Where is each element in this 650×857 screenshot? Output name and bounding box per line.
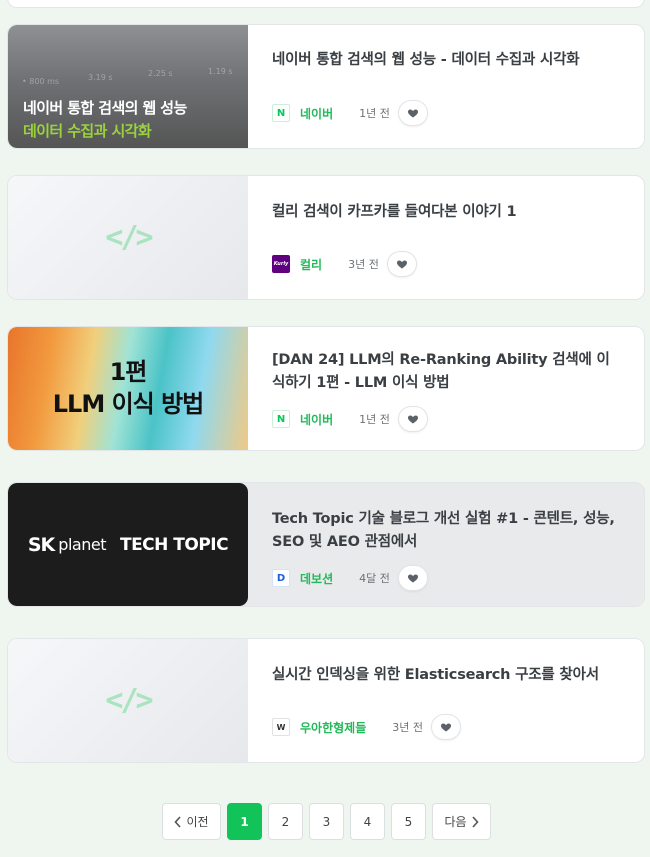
- kurly-logo-icon: Kurly: [272, 255, 290, 273]
- previous-card-edge[interactable]: [7, 0, 645, 8]
- heart-icon: [396, 260, 407, 269]
- thumbnail-title-line2: LLM 이식 방법: [52, 389, 204, 418]
- post-thumbnail: 1편 LLM 이식 방법: [8, 327, 248, 450]
- post-source[interactable]: 네이버: [300, 105, 333, 122]
- post-title[interactable]: 컬리 검색이 카프카를 들여다본 이야기 1: [272, 198, 620, 224]
- post-source[interactable]: 네이버: [300, 411, 333, 428]
- post-info: Tech Topic 기술 블로그 개선 실험 #1 - 콘텐트, 성능, SE…: [248, 483, 644, 606]
- like-button[interactable]: [397, 406, 428, 432]
- chevron-right-icon: [471, 815, 479, 828]
- post-card[interactable]: </> 실시간 인덱싱을 위한 Elasticsearch 구조를 찾아서 W …: [7, 638, 645, 763]
- naver-logo-icon: N: [272, 104, 290, 122]
- next-page-label: 다음: [444, 815, 467, 829]
- post-source[interactable]: 컬리: [300, 256, 322, 273]
- post-time: 3년 전: [348, 258, 379, 271]
- thumbnail-title-line1: 네이버 통합 검색의 웹 성능: [23, 99, 187, 117]
- page-button-1[interactable]: 1: [227, 803, 262, 840]
- post-list-page: • 800 ms 3.19 s 2.25 s 1.19 s 네이버 통합 검색의…: [0, 0, 650, 857]
- post-meta: Kurly 컬리 3년 전: [272, 251, 417, 277]
- like-button[interactable]: [397, 100, 428, 126]
- post-info: 실시간 인덱싱을 위한 Elasticsearch 구조를 찾아서 W 우아한형…: [248, 639, 644, 762]
- chevron-left-icon: [174, 815, 182, 828]
- post-thumbnail: </>: [8, 639, 248, 762]
- post-time: 1년 전: [359, 107, 390, 120]
- post-title[interactable]: Tech Topic 기술 블로그 개선 실험 #1 - 콘텐트, 성능, SE…: [272, 508, 620, 554]
- devocean-logo-icon: D: [272, 569, 290, 587]
- code-icon: </>: [105, 220, 153, 255]
- thumbnail-bg-text: 3.19 s: [88, 73, 113, 82]
- post-thumbnail: • 800 ms 3.19 s 2.25 s 1.19 s 네이버 통합 검색의…: [8, 25, 248, 148]
- post-title[interactable]: 실시간 인덱싱을 위한 Elasticsearch 구조를 찾아서: [272, 661, 620, 687]
- post-time: 1년 전: [359, 413, 390, 426]
- post-card[interactable]: 1편 LLM 이식 방법 [DAN 24] LLM의 Re-Ranking Ab…: [7, 326, 645, 451]
- page-button-4[interactable]: 4: [350, 803, 385, 840]
- like-button[interactable]: [397, 565, 428, 591]
- post-source[interactable]: 우아한형제들: [300, 719, 366, 736]
- sk-planet-text: planet: [58, 535, 106, 554]
- naver-logo-icon: N: [272, 410, 290, 428]
- post-title[interactable]: [DAN 24] LLM의 Re-Ranking Ability 검색에 이식하…: [272, 349, 620, 395]
- post-info: 네이버 통합 검색의 웹 성능 - 데이터 수집과 시각화 N 네이버 1년 전: [248, 25, 644, 148]
- post-time: 4달 전: [359, 572, 390, 585]
- post-thumbnail: </>: [8, 176, 248, 299]
- sk-logo: SK: [27, 533, 55, 556]
- post-meta: N 네이버 1년 전: [272, 406, 428, 432]
- page-button-3[interactable]: 3: [309, 803, 344, 840]
- woowa-logo-icon: W: [272, 718, 290, 736]
- post-time: 3년 전: [392, 721, 423, 734]
- prev-page-button[interactable]: 이전: [162, 803, 221, 840]
- code-icon: </>: [105, 683, 153, 718]
- thumbnail-bg-text: • 800 ms: [22, 77, 60, 86]
- pagination: 이전 1 2 3 4 5 다음: [162, 803, 491, 840]
- page-button-2[interactable]: 2: [268, 803, 303, 840]
- heart-icon: [407, 574, 418, 583]
- post-title[interactable]: 네이버 통합 검색의 웹 성능 - 데이터 수집과 시각화: [272, 47, 620, 72]
- thumbnail-title-line2: 데이터 수집과 시각화: [23, 122, 152, 140]
- post-meta: W 우아한형제들 3년 전: [272, 714, 461, 740]
- post-card[interactable]: • 800 ms 3.19 s 2.25 s 1.19 s 네이버 통합 검색의…: [7, 24, 645, 149]
- post-card[interactable]: </> 컬리 검색이 카프카를 들여다본 이야기 1 Kurly 컬리 3년 전: [7, 175, 645, 300]
- like-button[interactable]: [386, 251, 417, 277]
- post-source[interactable]: 데보션: [300, 570, 333, 587]
- heart-icon: [407, 109, 418, 118]
- post-meta: N 네이버 1년 전: [272, 100, 428, 126]
- thumbnail-bg-text: 2.25 s: [148, 69, 173, 78]
- post-meta: D 데보션 4달 전: [272, 565, 428, 591]
- heart-icon: [440, 723, 452, 732]
- thumbnail-bg-text: 1.19 s: [208, 67, 233, 76]
- post-info: 컬리 검색이 카프카를 들여다본 이야기 1 Kurly 컬리 3년 전: [248, 176, 644, 299]
- post-card[interactable]: SK planet TECH TOPIC Tech Topic 기술 블로그 개…: [7, 482, 645, 607]
- like-button[interactable]: [431, 714, 461, 740]
- prev-page-label: 이전: [186, 815, 209, 829]
- page-button-5[interactable]: 5: [391, 803, 426, 840]
- heart-icon: [407, 415, 418, 424]
- post-thumbnail: SK planet TECH TOPIC: [8, 483, 248, 606]
- thumbnail-title-line1: 1편: [109, 357, 148, 386]
- tech-topic-text: TECH TOPIC: [119, 534, 229, 555]
- next-page-button[interactable]: 다음: [432, 803, 491, 840]
- post-info: [DAN 24] LLM의 Re-Ranking Ability 검색에 이식하…: [248, 327, 644, 450]
